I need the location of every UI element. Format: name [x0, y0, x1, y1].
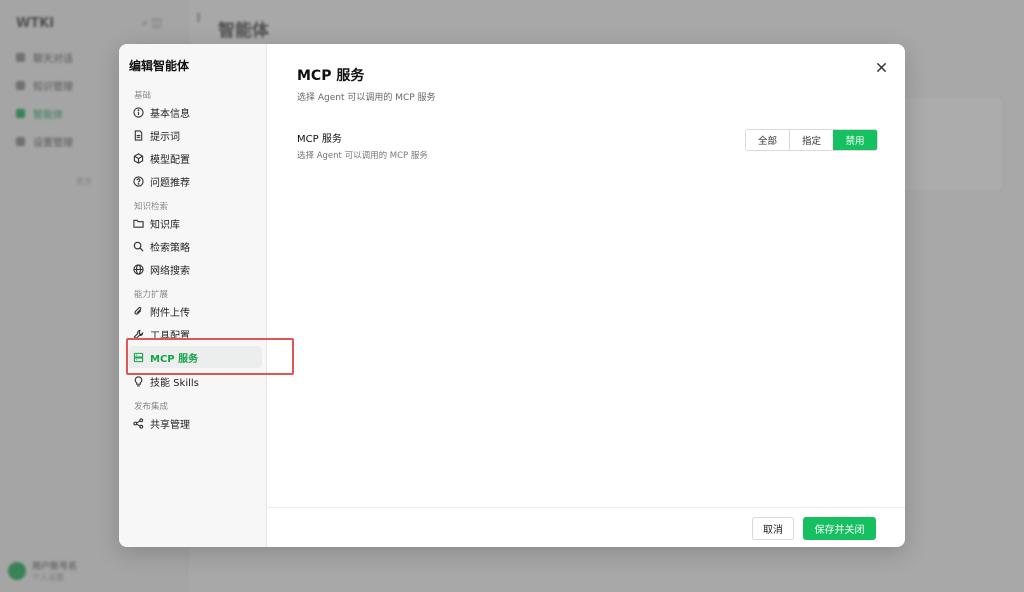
- dialog-content: MCP 服务 选择 Agent 可以调用的 MCP 服务 MCP 服务 选择 A…: [267, 44, 905, 547]
- nav-item-label: 工具配置: [150, 330, 190, 342]
- nav-item-strategy[interactable]: 检索策略: [128, 235, 262, 257]
- cube-icon: [133, 152, 144, 164]
- setting-label: MCP 服务: [297, 134, 342, 145]
- nav-item-basic-info[interactable]: 基本信息: [128, 101, 262, 123]
- nav-item-share[interactable]: 共享管理: [128, 412, 262, 434]
- setting-description: 选择 Agent 可以调用的 MCP 服务: [297, 151, 428, 161]
- option-disabled[interactable]: 禁用: [833, 130, 877, 150]
- nav-item-label: 网络搜索: [150, 265, 190, 277]
- nav-item-label: 技能 Skills: [150, 377, 199, 389]
- dialog-title: 编辑智能体: [129, 59, 190, 73]
- search-icon: [133, 241, 144, 252]
- paperclip-icon: [134, 306, 142, 315]
- nav-item-label: 基本信息: [150, 108, 190, 120]
- nav-item-label: 检索策略: [150, 242, 190, 254]
- nav-item-label: MCP 服务: [150, 353, 199, 365]
- option-specified[interactable]: 指定: [790, 130, 833, 150]
- nav-item-label: 问题推荐: [150, 177, 190, 189]
- nav-item-attachment[interactable]: 附件上传: [128, 300, 262, 322]
- edit-agent-dialog: 编辑智能体 基础 基本信息 提示词 模型配置 问题推荐 知识检索 知识库 检索策…: [119, 44, 905, 547]
- nav-item-skills[interactable]: 技能 Skills: [128, 370, 262, 392]
- globe-icon: [133, 263, 144, 275]
- nav-item-tools[interactable]: 工具配置: [128, 323, 262, 345]
- document-icon: [134, 129, 143, 141]
- group-label-basic: 基础: [134, 91, 152, 101]
- nav-item-label: 提示词: [150, 131, 180, 143]
- cancel-button[interactable]: 取消: [752, 517, 794, 540]
- server-icon: [133, 352, 144, 362]
- nav-item-label: 共享管理: [150, 419, 190, 431]
- wrench-icon: [133, 329, 144, 339]
- nav-item-knowledge-base[interactable]: 知识库: [128, 212, 262, 234]
- nav-item-prompt[interactable]: 提示词: [128, 124, 262, 146]
- option-all[interactable]: 全部: [746, 130, 790, 150]
- section-subtitle: 选择 Agent 可以调用的 MCP 服务: [297, 93, 436, 103]
- nav-item-question[interactable]: 问题推荐: [128, 170, 262, 192]
- save-and-close-button[interactable]: 保存并关闭: [803, 517, 876, 540]
- nav-item-web-search[interactable]: 网络搜索: [128, 258, 262, 280]
- question-icon: [133, 175, 144, 187]
- nav-item-label: 附件上传: [150, 307, 190, 319]
- dialog-sidebar: 编辑智能体 基础 基本信息 提示词 模型配置 问题推荐 知识检索 知识库 检索策…: [119, 44, 267, 547]
- mcp-mode-selector: 全部 指定 禁用: [745, 129, 878, 151]
- nav-item-label: 知识库: [150, 219, 180, 231]
- group-label-publish: 发布集成: [134, 402, 169, 412]
- group-label-knowledge: 知识检索: [134, 202, 169, 212]
- section-title: MCP 服务: [297, 68, 365, 84]
- close-icon: [876, 62, 886, 72]
- folder-icon: [133, 219, 144, 228]
- dialog-footer: 取消 保存并关闭: [267, 507, 905, 547]
- close-button[interactable]: [871, 57, 891, 77]
- nav-item-mcp-service[interactable]: MCP 服务: [128, 346, 262, 368]
- group-label-capability: 能力扩展: [134, 290, 169, 300]
- bulb-icon: [134, 375, 143, 386]
- nav-item-model[interactable]: 模型配置: [128, 147, 262, 169]
- nav-item-label: 模型配置: [150, 154, 190, 166]
- info-icon: [133, 106, 144, 118]
- share-icon: [133, 417, 144, 429]
